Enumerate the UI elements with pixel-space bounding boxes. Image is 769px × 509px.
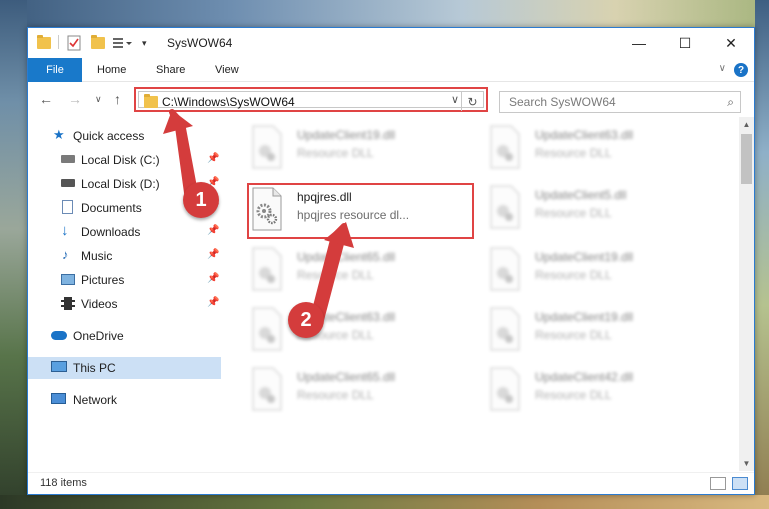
- step-marker-1: 1: [183, 182, 219, 218]
- step-marker-2: 2: [288, 302, 324, 338]
- annotation-arrows: [163, 109, 354, 323]
